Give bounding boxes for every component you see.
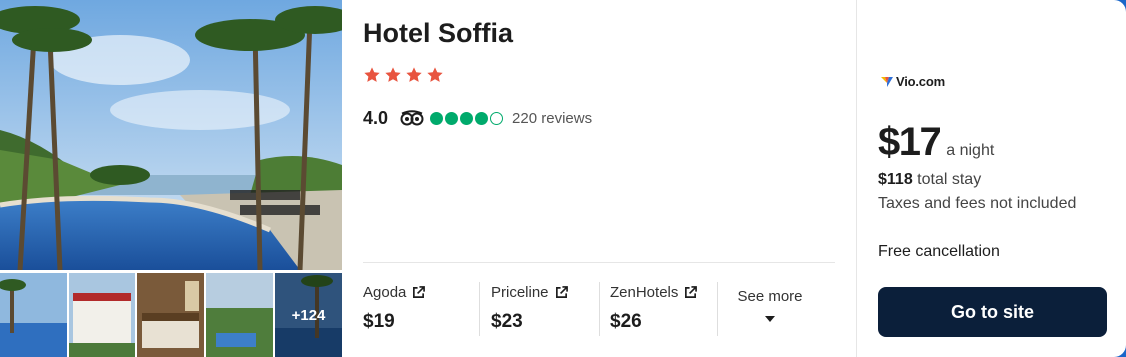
review-rating[interactable]: 4.0 220 reviews [363,107,592,129]
divider [479,282,480,336]
thumbnail-4[interactable] [206,273,273,357]
provider-price: $19 [363,311,395,332]
bubble-rating [430,111,504,125]
rating-bubble [430,111,444,125]
rating-bubble [445,111,459,125]
star-icon [385,67,401,82]
divider [363,262,835,263]
provider-zenhotels[interactable]: ZenHotels $26 [610,282,698,338]
price-unit: a night [946,142,995,159]
hotel-name[interactable]: Hotel Soffia [363,18,513,49]
vio-logo-icon [881,76,893,87]
partner-logo-text: Vio.com [896,74,945,89]
star-icon [427,67,443,82]
rating-bubble [460,111,474,125]
rating-bubble [475,111,489,125]
nightly-price: $17 a night [878,120,994,165]
review-count[interactable]: 220 reviews [512,110,592,127]
provider-prices: Agoda $19 Priceline $23 ZenHotels $26 Se… [363,282,835,338]
hotel-result-card: +124 Hotel Soffia 4.0 220 reviews Agoda … [0,0,1126,357]
external-link-icon [413,285,426,298]
more-photos-count[interactable]: +124 [275,273,342,357]
hotel-info: Hotel Soffia 4.0 220 reviews Agoda $19 P… [342,0,856,357]
photo-thumbnails: +124 [0,273,342,357]
rating-score: 4.0 [363,107,389,128]
external-link-icon [555,285,568,298]
total-amount: $118 [878,171,913,188]
thumbnail-more[interactable]: +124 [275,273,342,357]
provider-name: ZenHotels [610,283,679,301]
partner-logo: Vio.com [880,74,945,89]
price-per-night: $17 [878,120,942,164]
photo-gallery: +124 [0,0,342,357]
star-icon [364,67,380,82]
rating-bubble [490,111,504,125]
provider-price: $23 [491,311,523,332]
provider-name: Agoda [363,283,407,301]
external-link-icon [685,285,698,298]
chevron-down-icon [765,316,775,322]
provider-name: Priceline [491,283,549,301]
divider [599,282,600,336]
tripadvisor-owl-icon [400,110,424,126]
total-label: total stay [917,171,982,188]
see-more-button[interactable]: See more [718,288,822,323]
star-icon [406,67,422,82]
go-to-site-button[interactable]: Go to site [878,287,1107,337]
provider-priceline[interactable]: Priceline $23 [491,282,568,338]
thumbnail-2[interactable] [69,273,135,357]
best-offer-panel: Vio.com $17 a night $118 total stay Taxe… [856,0,1126,357]
cancellation-policy: Free cancellation [878,243,1000,260]
provider-price: $26 [610,311,642,332]
main-photo[interactable] [0,0,342,270]
see-more-label: See more [737,288,803,305]
thumbnail-1[interactable] [0,273,67,357]
provider-agoda[interactable]: Agoda $19 [363,282,426,338]
total-stay: $118 total stay [878,171,981,189]
taxes-note: Taxes and fees not included [878,195,1077,212]
star-rating [363,66,444,84]
thumbnail-3[interactable] [137,273,204,357]
